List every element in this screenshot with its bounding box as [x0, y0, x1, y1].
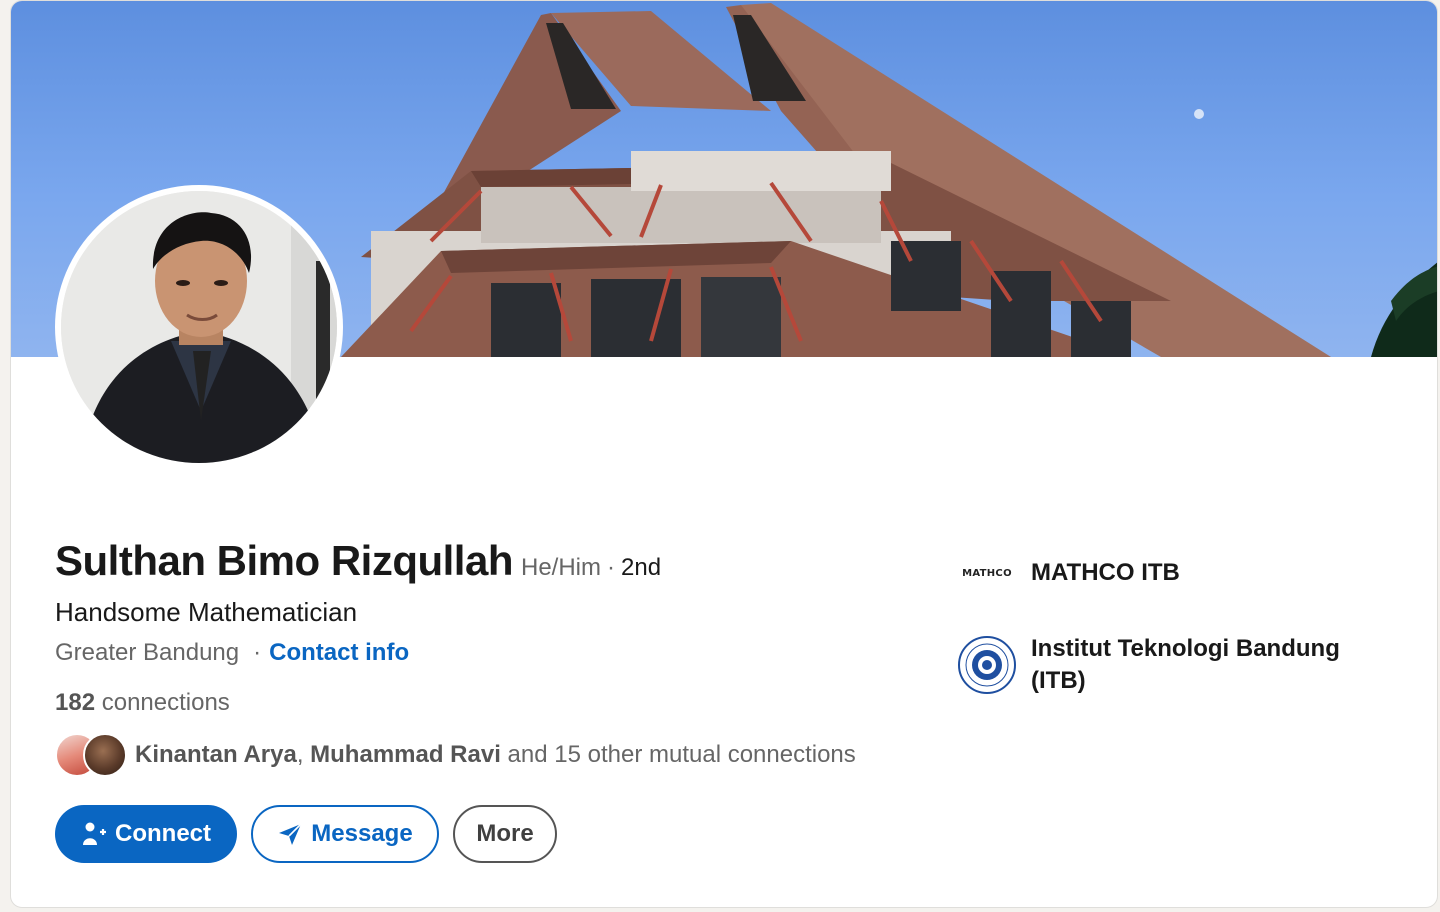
message-button[interactable]: Message	[251, 805, 439, 863]
mutual-avatar	[83, 733, 127, 777]
mutual-separator: ,	[296, 741, 311, 768]
mutual-name-2: Muhammad Ravi	[310, 741, 501, 768]
name-row: Sulthan Bimo Rizqullah He/Him · 2nd	[55, 537, 661, 585]
mutual-connections-text: Kinantan Arya, Muhammad Ravi and 15 othe…	[135, 741, 856, 769]
profile-headline: Handsome Mathematician	[55, 597, 358, 627]
profile-actions: Connect Message More	[55, 805, 557, 863]
connect-label: Connect	[115, 820, 211, 847]
org-item-itb[interactable]: Institut Teknologi Bandung (ITB)	[955, 633, 1395, 697]
mathco-logo: MATHCO	[955, 541, 1019, 605]
profile-card: Sulthan Bimo Rizqullah He/Him · 2nd Hand…	[10, 0, 1438, 908]
pronouns: He/Him	[521, 554, 602, 581]
mutual-suffix: and 15 other mutual connections	[500, 741, 856, 768]
mathco-logo-text: MATHCO	[962, 567, 1012, 579]
message-label: Message	[311, 820, 413, 847]
org-sidebar: MATHCO MATHCO ITB Institut Teknologi Ban…	[955, 541, 1395, 725]
connect-button[interactable]: Connect	[55, 805, 237, 863]
degree-separator: ·	[607, 554, 616, 581]
profile-location: Greater Bandung	[55, 639, 240, 666]
profile-photo-illustration	[61, 191, 337, 463]
mutual-avatars	[55, 733, 131, 777]
add-person-icon	[81, 821, 107, 847]
connections-label: connections	[101, 689, 230, 716]
connections-count-link[interactable]: 182 connections	[55, 689, 230, 717]
mutual-connections-link[interactable]: Kinantan Arya, Muhammad Ravi and 15 othe…	[55, 733, 856, 777]
location-row: Greater Bandung · Contact info	[55, 639, 409, 667]
org-name-mathco: MATHCO ITB	[1031, 559, 1180, 586]
org-item-mathco[interactable]: MATHCO MATHCO ITB	[955, 541, 1395, 605]
profile-name: Sulthan Bimo Rizqullah	[55, 537, 514, 584]
contact-info-link[interactable]: Contact info	[269, 639, 409, 666]
location-separator: ·	[253, 639, 262, 666]
itb-seal-icon	[955, 633, 1019, 697]
profile-photo[interactable]	[55, 185, 343, 469]
connection-degree: 2nd	[621, 554, 662, 581]
org-name-itb: Institut Teknologi Bandung (ITB)	[1031, 635, 1340, 694]
mutual-name-1: Kinantan Arya	[135, 741, 297, 768]
send-icon	[277, 821, 303, 847]
more-button[interactable]: More	[453, 805, 557, 863]
more-label: More	[476, 820, 534, 847]
connections-count: 182	[55, 689, 96, 716]
